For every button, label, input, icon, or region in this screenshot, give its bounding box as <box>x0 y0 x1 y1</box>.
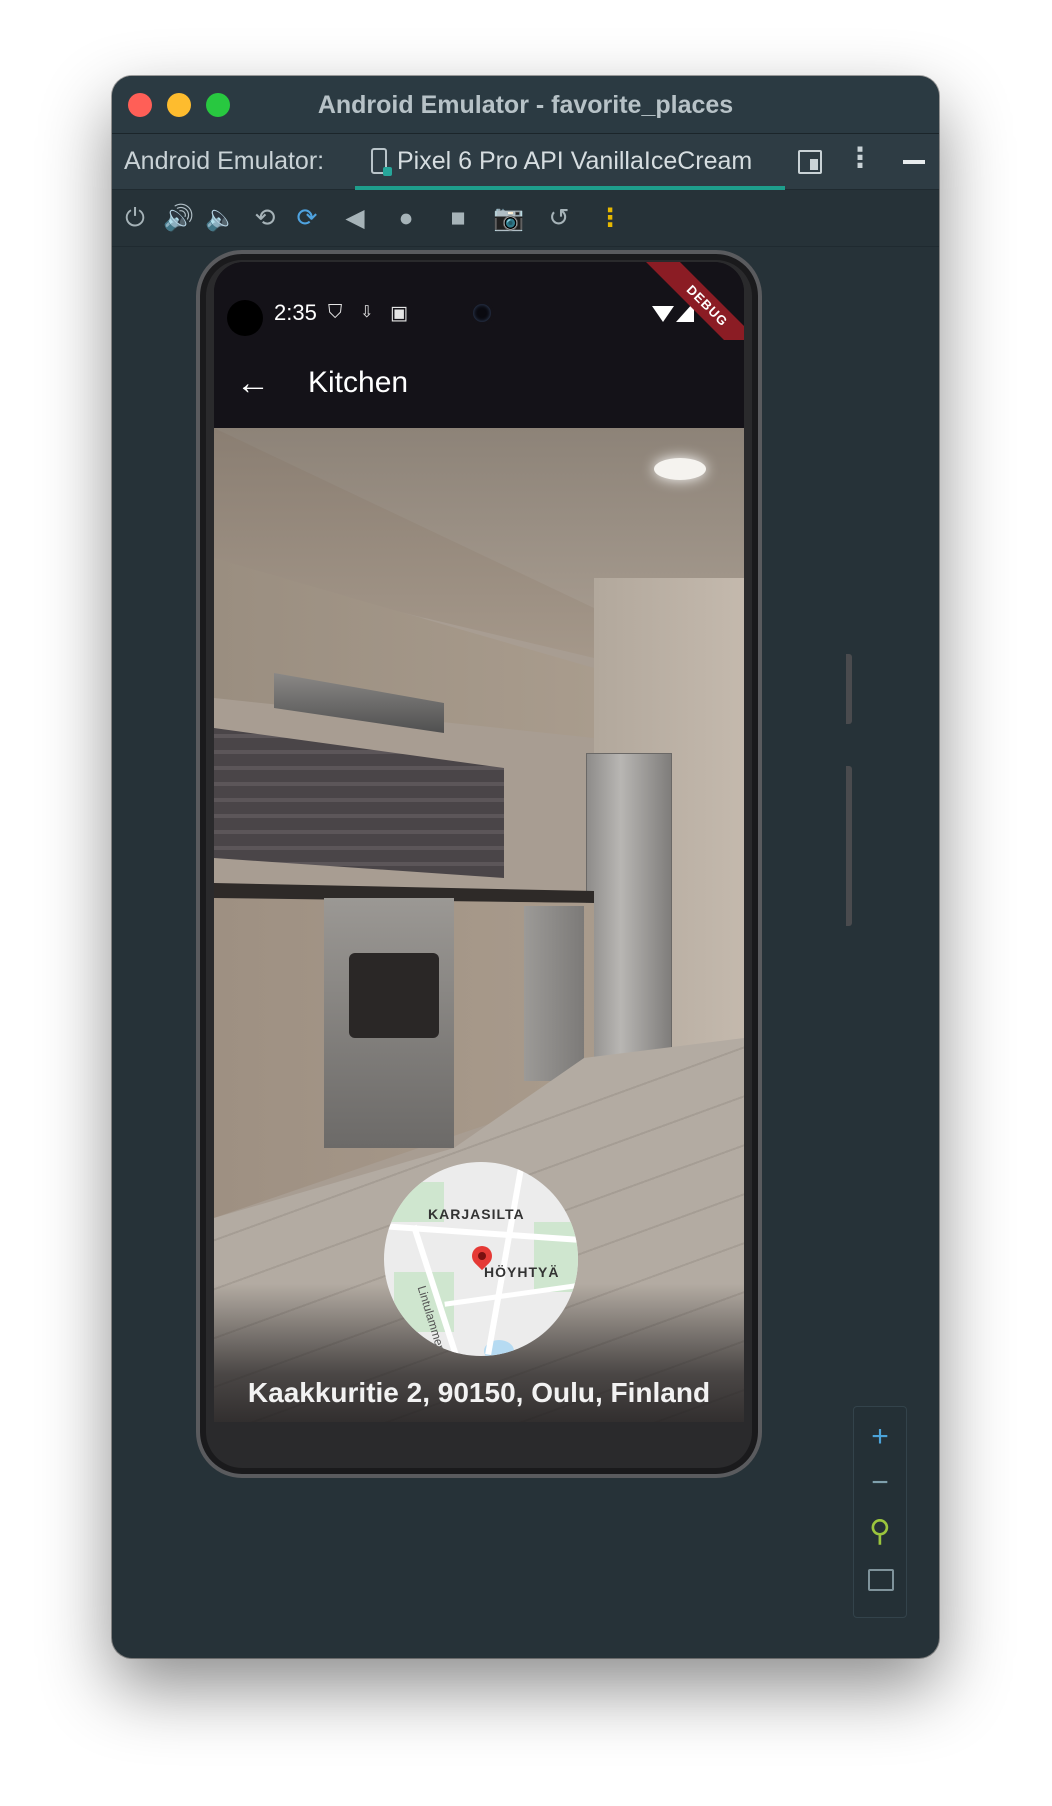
emulator-window: Android Emulator - favorite_places Andro… <box>112 76 939 1658</box>
rotate-right-icon[interactable]: ⟳ <box>290 201 324 235</box>
clipboard-icon: ▣ <box>390 303 408 324</box>
phone-volume-button <box>846 766 852 926</box>
map-label-area: HÖYHTYÄ <box>484 1264 560 1280</box>
zoom-in-button[interactable]: + <box>854 1417 906 1457</box>
screenshot-icon[interactable]: 📷 <box>492 201 526 235</box>
volume-up-icon[interactable]: 🔊 <box>162 201 196 235</box>
place-address: Kaakkuritie 2, 90150, Oulu, Finland <box>247 1377 711 1408</box>
hide-panel-icon[interactable] <box>903 160 925 164</box>
window-title: Android Emulator - favorite_places <box>317 91 734 119</box>
device-tab[interactable]: Pixel 6 Pro API VanillaIceCream <box>355 134 785 190</box>
power-icon[interactable]: ⏻ <box>118 201 152 235</box>
rotate-left-icon[interactable]: ⟲ <box>248 201 282 235</box>
ceiling-light <box>654 458 706 480</box>
shield-icon: ⛉ <box>328 302 343 323</box>
status-time: 2:35 <box>274 300 317 325</box>
zoom-panel: + − ⚲ <box>853 1406 907 1618</box>
map-label-district: KARJASILTA <box>428 1206 525 1222</box>
device-phone-icon <box>371 148 392 176</box>
back-arrow-icon[interactable]: ← <box>236 358 270 408</box>
emulator-toolbar: ⏻ 🔊 🔈 ⟲ ⟳ ◀ ● ■ 📷 ↺ ⋮ <box>112 191 939 247</box>
wifi-icon <box>652 306 674 322</box>
data-saver-icon: ⇩ <box>360 304 374 321</box>
zoom-actual-size-icon[interactable]: ⚲ <box>854 1512 906 1552</box>
home-icon[interactable]: ● <box>389 201 423 235</box>
phone-power-button <box>846 654 852 724</box>
more-icon[interactable]: ⋮ <box>593 201 627 235</box>
emulator-label: Android Emulator: <box>124 147 325 175</box>
camera-cutout <box>227 300 263 336</box>
layout-toggle-icon[interactable] <box>798 150 822 174</box>
snapshot-icon[interactable]: ↺ <box>542 201 576 235</box>
overview-icon[interactable]: ■ <box>441 201 475 235</box>
zoom-out-button[interactable]: − <box>854 1463 906 1503</box>
device-tab-label: Pixel 6 Pro API VanillaIceCream <box>397 147 753 175</box>
front-camera <box>473 304 491 322</box>
volume-down-icon[interactable]: 🔈 <box>204 201 238 235</box>
back-icon[interactable]: ◀ <box>338 201 372 235</box>
more-options-icon[interactable]: ⋮ <box>846 144 874 172</box>
status-bar: 2:35 ⛉ ⇩ ▣ DEBUG <box>214 262 744 368</box>
phone-screen: 2:35 ⛉ ⇩ ▣ DEBUG ← Kitchen KARJASILTA HÖ… <box>214 262 744 1422</box>
active-tab-indicator <box>355 186 785 190</box>
location-map-preview[interactable]: KARJASILTA HÖYHTYÄ Lintulammen <box>384 1162 578 1356</box>
title-bar: Android Emulator - favorite_places <box>112 76 939 134</box>
app-bar: ← Kitchen <box>214 340 744 428</box>
page-title: Kitchen <box>308 366 409 399</box>
emulator-tab-bar: Android Emulator: Pixel 6 Pro API Vanill… <box>112 134 939 190</box>
zoom-fit-icon[interactable] <box>868 1569 894 1591</box>
